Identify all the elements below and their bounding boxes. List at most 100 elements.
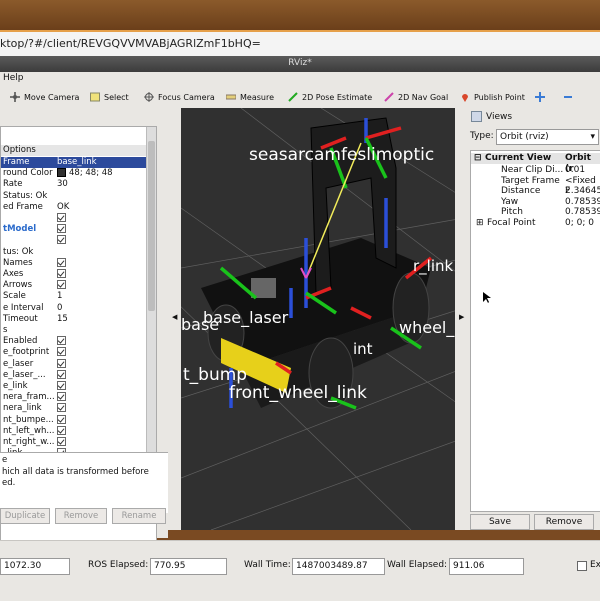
view-property-row[interactable]: Distance 2.34645	[471, 186, 600, 196]
remove-display-button[interactable]: Remove	[55, 508, 107, 524]
checkbox-checked[interactable]	[57, 213, 66, 222]
display-row[interactable]: e_laser_...	[1, 369, 156, 381]
rename-button[interactable]: Rename	[112, 508, 166, 524]
checkbox-checked[interactable]	[57, 336, 66, 346]
experimental-checkbox[interactable]	[577, 561, 587, 571]
view-properties-tree[interactable]: ⊟ Current View Orbit (r Near Clip Di... 0…	[470, 150, 600, 512]
checkbox-checked[interactable]	[57, 358, 66, 368]
display-row-value[interactable]	[57, 235, 66, 246]
display-row-value[interactable]	[57, 257, 66, 269]
display-row[interactable]: Names	[1, 257, 156, 269]
measure-button[interactable]: Measure	[226, 90, 274, 104]
checkbox-checked[interactable]	[57, 437, 66, 446]
view-property-value[interactable]: 0.78539	[565, 207, 600, 217]
collapse-right-icon[interactable]: ▶	[459, 313, 464, 321]
view-property-row[interactable]: Pitch 0.78539	[471, 207, 600, 217]
nav-goal-button[interactable]: 2D Nav Goal	[384, 90, 448, 104]
display-row-value[interactable]	[57, 392, 66, 403]
checkbox-checked[interactable]	[57, 224, 66, 234]
checkbox-checked[interactable]	[57, 381, 66, 390]
display-row[interactable]: e_laser	[1, 358, 156, 370]
view-property-row[interactable]: Target Frame <Fixed F	[471, 176, 600, 196]
duplicate-button[interactable]: Duplicate	[0, 508, 50, 524]
display-row-value[interactable]	[57, 403, 66, 414]
checkbox-checked[interactable]	[57, 235, 66, 245]
display-row-value[interactable]	[57, 224, 66, 235]
collapse-left-icon[interactable]: ◀	[172, 313, 177, 321]
display-row[interactable]: nera_fram...	[1, 392, 156, 403]
left-splitter[interactable]: ◀	[168, 108, 181, 530]
display-row-value[interactable]	[57, 369, 66, 381]
display-row[interactable]	[1, 235, 156, 246]
display-row-value[interactable]	[57, 269, 66, 280]
view-property-row[interactable]: Yaw 0.78539	[471, 197, 600, 207]
display-row-value[interactable]	[57, 425, 66, 437]
display-row[interactable]: Frame base_link	[1, 157, 156, 168]
checkbox-checked[interactable]	[57, 369, 66, 379]
checkbox-checked[interactable]	[57, 392, 66, 402]
checkbox-checked[interactable]	[57, 425, 66, 435]
display-row-value[interactable]	[57, 347, 66, 358]
display-row[interactable]: Scale 1	[1, 291, 156, 302]
display-row[interactable]: Arrows	[1, 280, 156, 291]
display-row[interactable]: Timeout 15	[1, 314, 156, 325]
display-row[interactable]: e_link	[1, 381, 156, 392]
checkbox-checked[interactable]	[57, 257, 66, 267]
browser-address-bar[interactable]: ktop/?#/client/REVGQVVMVABjAGRlZmF1bHQ=	[0, 30, 600, 57]
display-row-value[interactable]	[57, 381, 66, 392]
pose-estimate-button[interactable]: 2D Pose Estimate	[288, 90, 372, 104]
display-row[interactable]: s	[1, 325, 156, 336]
publish-point-button[interactable]: Publish Point	[460, 90, 525, 104]
display-row-value[interactable]	[57, 336, 66, 347]
tool-menu-button[interactable]	[563, 90, 573, 104]
add-tool-button[interactable]	[535, 90, 545, 104]
current-view-row[interactable]: ⊟ Current View Orbit (r	[471, 153, 600, 174]
checkbox-checked[interactable]	[57, 347, 66, 357]
checkbox-checked[interactable]	[57, 269, 66, 278]
url-text[interactable]: ktop/?#/client/REVGQVVMVABjAGRlZmF1bHQ=	[0, 37, 261, 50]
display-row[interactable]: nt_left_wh...	[1, 425, 156, 437]
save-view-button[interactable]: Save	[470, 514, 530, 530]
view-type-select[interactable]: Orbit (rviz) ▾	[496, 129, 599, 145]
display-row[interactable]: nt_bumpe...	[1, 414, 156, 426]
display-row[interactable]: round Color 48; 48; 48	[1, 168, 156, 179]
display-row[interactable]: e Interval 0	[1, 303, 156, 314]
display-row[interactable]	[1, 213, 156, 224]
display-row[interactable]: nera_link	[1, 403, 156, 414]
display-row[interactable]: tModel	[1, 224, 156, 235]
vertical-scrollbar[interactable]	[146, 127, 156, 459]
view-property-value[interactable]: 2.34645	[565, 186, 600, 196]
display-row-value[interactable]	[57, 280, 66, 291]
display-row-value[interactable]	[57, 437, 66, 448]
checkbox-checked[interactable]	[57, 414, 66, 424]
display-row-value[interactable]	[57, 213, 66, 224]
checkbox-checked[interactable]	[57, 280, 66, 290]
display-row[interactable]: Rate 30	[1, 179, 156, 190]
display-row[interactable]: ed Frame OK	[1, 202, 156, 213]
display-row[interactable]: tus: Ok	[1, 247, 156, 258]
3d-viewport[interactable]: seasarcamfeslimoptic r_link base_laser b…	[181, 108, 464, 530]
display-row[interactable]: Enabled	[1, 336, 156, 347]
display-row[interactable]: e_footprint	[1, 347, 156, 358]
view-property-value[interactable]: 0; 0; 0	[565, 218, 594, 228]
remove-view-button[interactable]: Remove	[534, 514, 594, 530]
focus-camera-button[interactable]: Focus Camera	[144, 90, 215, 104]
view-property-value[interactable]: 0.78539	[565, 197, 600, 207]
view-property-value[interactable]: 0.01	[565, 165, 585, 175]
checkbox-checked[interactable]	[57, 403, 66, 413]
display-row[interactable]: Axes	[1, 269, 156, 280]
display-row[interactable]: nt_right_w...	[1, 437, 156, 448]
display-row-value[interactable]	[57, 414, 66, 426]
scrollbar-thumb[interactable]	[148, 141, 155, 311]
display-row[interactable]: Status: Ok	[1, 191, 156, 202]
right-splitter[interactable]: ▶	[455, 108, 468, 530]
view-property-row[interactable]: ⊞ Focal Point 0; 0; 0	[471, 218, 600, 228]
move-camera-button[interactable]: Move Camera	[10, 90, 79, 104]
display-row-value[interactable]	[57, 358, 66, 370]
select-button[interactable]: Select	[90, 90, 129, 104]
view-property-row[interactable]: Near Clip Di... 0.01	[471, 165, 600, 175]
menu-help[interactable]: Help	[3, 73, 24, 83]
experimental-label: Ex	[590, 560, 600, 570]
color-swatch[interactable]	[57, 168, 66, 178]
expand-icon[interactable]: ⊞	[476, 218, 484, 228]
